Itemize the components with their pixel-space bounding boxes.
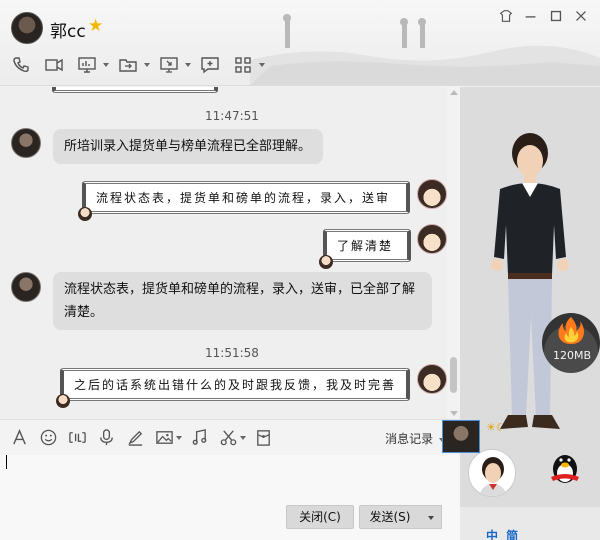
send-button[interactable]: 发送(S)	[359, 505, 421, 529]
gif-icon[interactable]	[66, 427, 88, 449]
contact-name[interactable]: 郭cc	[50, 17, 86, 42]
outgoing-message-text: 了解清楚	[337, 239, 394, 253]
outgoing-message: 了解清楚	[319, 229, 411, 269]
file-transfer-icon[interactable]	[115, 52, 141, 78]
outgoing-message-text: 流程状态表，提货单和磅单的流程，录入，送审	[96, 191, 391, 205]
tray-status-icons: ☀☾	[486, 421, 506, 434]
share-screen-icon[interactable]	[74, 52, 100, 78]
qq-penguin-icon[interactable]	[547, 451, 583, 485]
chevron-down-icon[interactable]	[240, 435, 246, 440]
minimize-icon[interactable]	[522, 8, 540, 26]
message-timestamp: 11:51:58	[205, 346, 259, 360]
chevron-down-icon	[428, 516, 434, 520]
my-avatar[interactable]	[417, 179, 447, 209]
outgoing-message-text: 之后的话系统出错什么的及时跟我反馈，我及时完善	[74, 378, 397, 392]
storage-label: 120MB	[553, 349, 592, 362]
flame-icon	[558, 317, 584, 344]
status-tray	[460, 507, 600, 540]
scroll-thumb[interactable]	[450, 357, 457, 393]
contact-avatar[interactable]	[11, 128, 41, 158]
apps-grid-icon[interactable]	[230, 52, 256, 78]
my-avatar[interactable]	[417, 364, 447, 394]
font-icon[interactable]	[8, 427, 30, 449]
input-method-indicator[interactable]: 中 简	[486, 527, 520, 540]
image-icon[interactable]	[153, 427, 175, 449]
incoming-message-line: 流程状态表，提货单和磅单的流程，录入，送审，已全部了解	[64, 282, 416, 297]
incoming-message: 所培训录入提货单与榜单流程已全部理解。	[53, 129, 323, 164]
chevron-down-icon[interactable]	[176, 435, 182, 440]
message-history-button[interactable]: 消息记录	[385, 430, 445, 447]
chevron-down-icon[interactable]	[103, 63, 109, 67]
scroll-ornament-icon	[78, 207, 92, 221]
show-panel: 120MB	[460, 87, 600, 540]
brush-icon[interactable]	[124, 427, 146, 449]
message-timestamp: 11:47:51	[205, 109, 259, 123]
chevron-down-icon[interactable]	[185, 63, 191, 67]
scroll-ornament-icon	[319, 255, 333, 269]
chat-toolbar	[8, 52, 271, 78]
send-options-button[interactable]	[420, 505, 442, 529]
outgoing-message: 之后的话系统出错什么的及时跟我反馈，我及时完善	[56, 368, 410, 408]
chevron-down-icon[interactable]	[144, 63, 150, 67]
previous-message-fragment	[52, 87, 218, 93]
sun-icon: ☀	[486, 421, 496, 434]
title-bar: 郭cc ★	[0, 0, 600, 86]
tray-contact-avatar[interactable]	[442, 420, 480, 453]
text-cursor	[6, 455, 7, 469]
message-history-label: 消息记录	[385, 432, 434, 446]
incoming-message-line: 清楚。	[64, 305, 104, 320]
my-avatar[interactable]	[417, 224, 447, 254]
my-show-avatar[interactable]	[468, 449, 516, 497]
input-toolbar: 消息记录	[0, 419, 460, 455]
remote-desktop-icon[interactable]	[156, 52, 182, 78]
moon-icon: ☾	[495, 421, 506, 434]
incoming-message: 流程状态表，提货单和磅单的流程，录入，送审，已全部了解 清楚。	[53, 272, 432, 330]
chat-scrollbar[interactable]	[447, 87, 460, 419]
close-icon[interactable]	[572, 8, 590, 26]
scroll-up-icon[interactable]	[450, 90, 458, 95]
storage-badge[interactable]: 120MB	[542, 313, 600, 373]
maximize-icon[interactable]	[547, 8, 565, 26]
phone-icon[interactable]	[8, 52, 34, 78]
chat-plus-icon[interactable]	[197, 52, 223, 78]
skin-icon[interactable]	[497, 8, 515, 26]
scroll-ornament-icon	[56, 394, 70, 408]
contact-avatar[interactable]	[11, 12, 43, 44]
chevron-down-icon[interactable]	[259, 63, 265, 67]
voice-icon[interactable]	[95, 427, 117, 449]
red-packet-icon[interactable]	[252, 427, 274, 449]
close-button[interactable]: 关闭(C)	[286, 505, 354, 529]
chat-history[interactable]: 11:47:51 所培训录入提货单与榜单流程已全部理解。 流程状态表，提货单和磅…	[0, 87, 447, 419]
emoji-icon[interactable]	[37, 427, 59, 449]
screenshot-scissors-icon[interactable]	[217, 427, 239, 449]
video-icon[interactable]	[41, 52, 67, 78]
contact-avatar[interactable]	[11, 272, 41, 302]
avatar-show-figure[interactable]	[478, 125, 578, 455]
star-icon[interactable]: ★	[88, 16, 103, 36]
music-icon[interactable]	[188, 427, 210, 449]
outgoing-message: 流程状态表，提货单和磅单的流程，录入，送审	[78, 181, 410, 221]
scroll-down-icon[interactable]	[450, 411, 458, 416]
